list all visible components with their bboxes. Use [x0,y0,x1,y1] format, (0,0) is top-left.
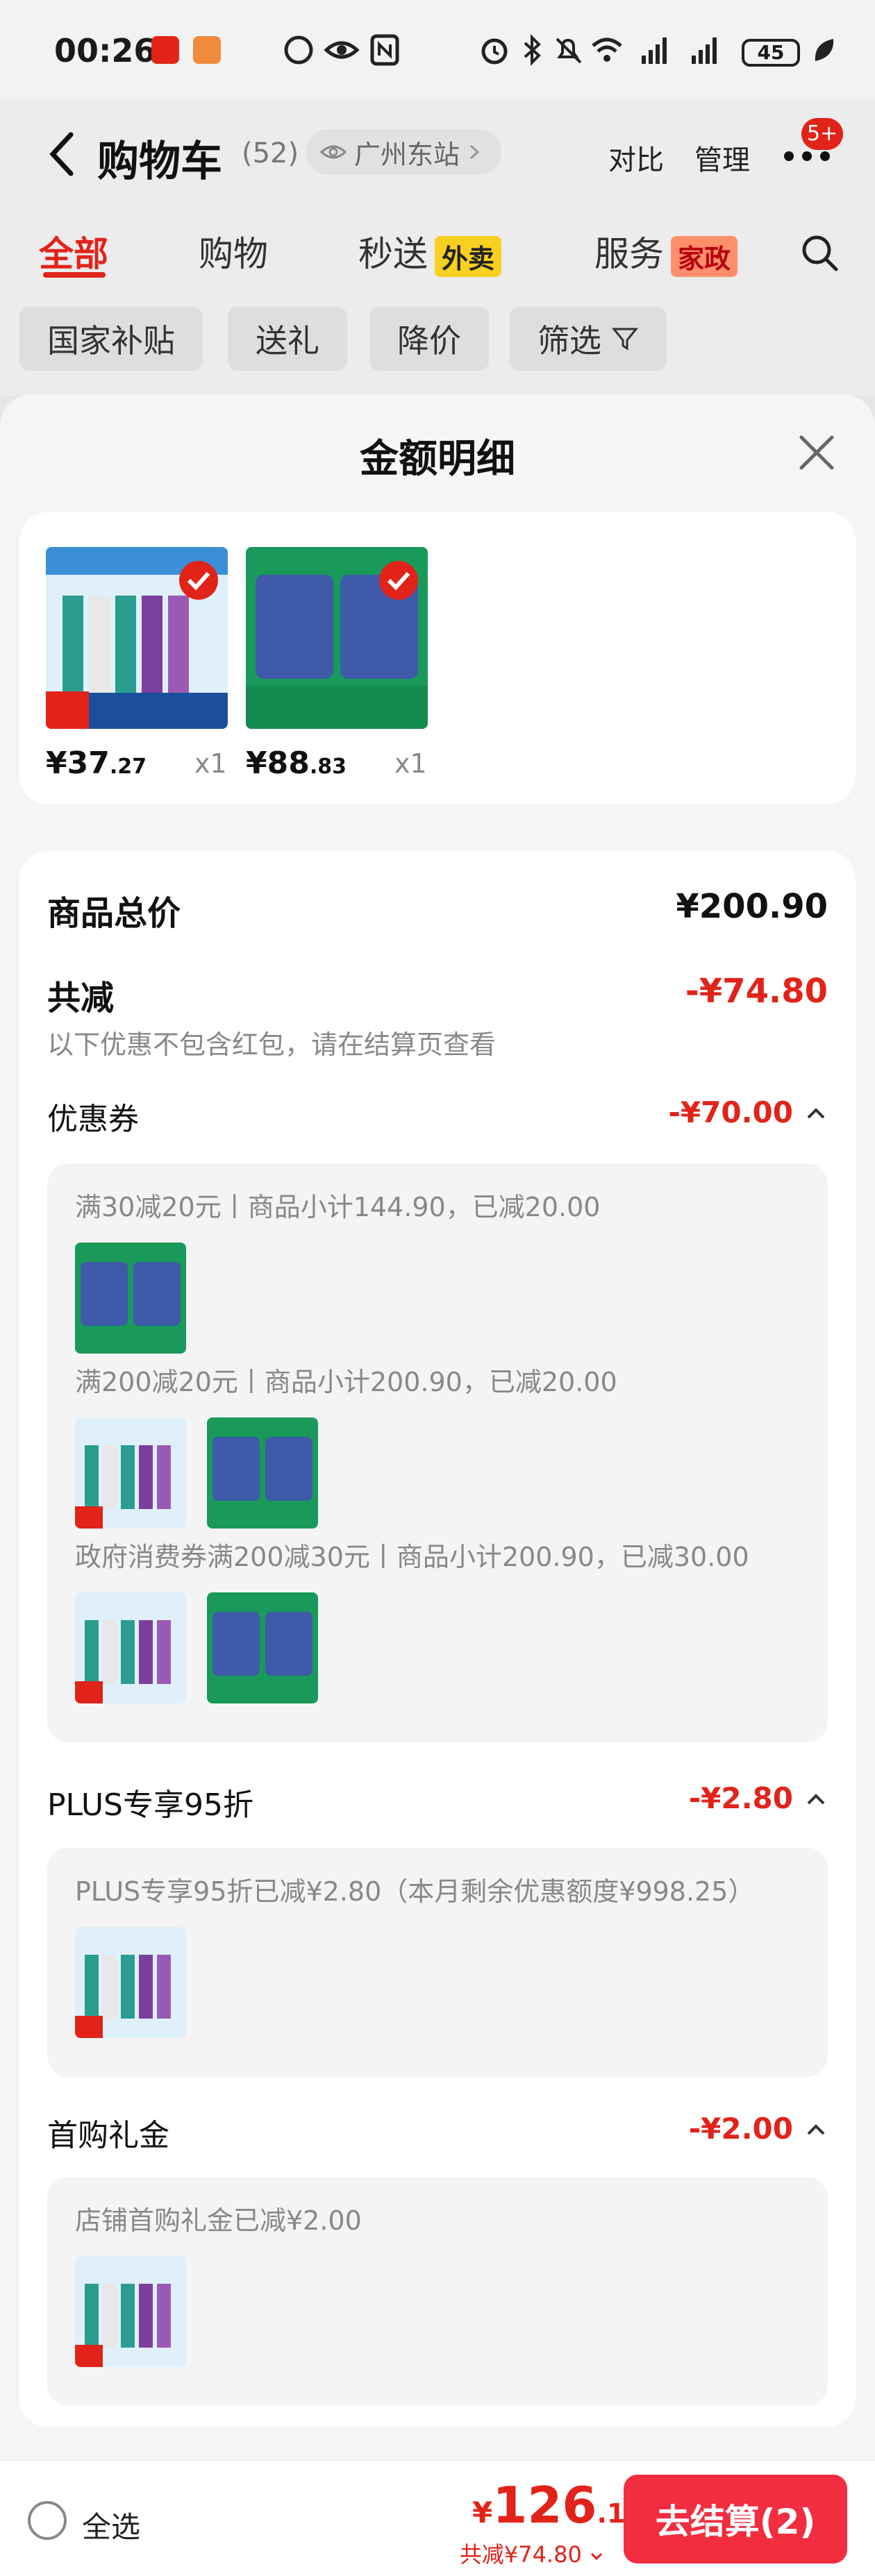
dim-overlay[interactable] [0,0,875,396]
total-int: 126 [492,2476,597,2534]
saved-label: 共减¥74.80 [459,2541,582,2568]
chevron-up-icon[interactable] [804,1102,828,1126]
checkout-button[interactable]: 去结算(2) [624,2475,847,2564]
total-label: 商品总价 [47,894,181,933]
first-purchase-label: 首购礼金 [47,2118,169,2153]
first-purchase-value[interactable]: -¥2.00 [689,2112,793,2146]
coupon-label: 优惠券 [47,1102,139,1137]
total-price: ¥126.10 [472,2476,644,2534]
product-price: ¥37.27 [46,746,147,781]
total-yen: ¥ [472,2495,493,2529]
select-all-label[interactable]: 全选 [82,2504,140,2546]
check-icon [187,571,210,591]
selected-products-card: ¥37.27 x1 ¥88.83 x1 [19,512,856,804]
plus-detail-panel: PLUS专享95折已减¥2.80（本月剩余优惠额度¥998.25） [47,1848,828,2077]
sheet-title: 金额明细 [360,437,515,482]
select-all-radio[interactable] [28,2501,67,2540]
product-qty: x1 [194,748,227,779]
product-selected-check[interactable] [179,561,218,600]
price-dec: .27 [109,755,147,779]
coupon-line-1: 满30减20元丨商品小计144.90，已减20.00 [75,1192,601,1222]
product-thumb-blueberries [207,1417,318,1529]
close-icon[interactable] [796,432,838,473]
price-dec: .83 [309,755,347,779]
coupon-line-3: 政府消费券满200减30元丨商品小计200.90，已减30.00 [75,1542,749,1572]
plus-label: PLUS专享95折 [47,1787,253,1823]
coupon-detail-panel: 满30减20元丨商品小计144.90，已减20.00 满200减20元丨商品小计… [47,1163,828,1742]
discount-note: 以下优惠不包含红包，请在结算页查看 [47,1029,497,1060]
product-qty: x1 [394,748,427,779]
product-selected-check[interactable] [379,561,418,600]
product-thumb-toothpaste [75,1927,186,2038]
discount-value: -¥74.80 [685,972,828,1011]
chevron-up-icon[interactable] [804,2119,828,2142]
first-purchase-line: 店铺首购礼金已减¥2.00 [75,2205,362,2236]
product-thumb-toothpaste [75,2256,186,2367]
product-thumb-blueberries [207,1592,318,1703]
checkout-bar: 全选 ¥126.10 共减¥74.80 去结算(2) [0,2459,875,2576]
chevron-down-icon [590,2552,603,2561]
amount-detail-sheet: 金额明细 ¥37.27 x1 ¥88.83 x1 商品总价 ¥200.90 共减… [0,394,875,2459]
price-int: ¥37 [46,746,110,781]
product-thumb-blueberries [75,1243,186,1354]
total-value: ¥200.90 [676,887,828,926]
first-purchase-detail-panel: 店铺首购礼金已减¥2.00 [47,2177,828,2406]
plus-value[interactable]: -¥2.80 [689,1781,793,1815]
product-thumb-toothpaste [75,1592,186,1703]
product-price: ¥88.83 [246,746,347,781]
product-thumb-toothpaste [75,1417,186,1529]
price-breakdown-card: 商品总价 ¥200.90 共减 -¥74.80 以下优惠不包含红包，请在结算页查… [19,851,856,2427]
discount-label: 共减 [47,979,115,1018]
chevron-up-icon[interactable] [804,1788,828,1812]
coupon-line-2: 满200减20元丨商品小计200.90，已减20.00 [75,1367,617,1397]
saved-amount[interactable]: 共减¥74.80 [458,2537,604,2569]
coupon-value[interactable]: -¥70.00 [668,1095,793,1129]
check-icon [387,571,410,591]
plus-line: PLUS专享95折已减¥2.80（本月剩余优惠额度¥998.25） [75,1876,755,1907]
price-int: ¥88 [246,746,310,781]
